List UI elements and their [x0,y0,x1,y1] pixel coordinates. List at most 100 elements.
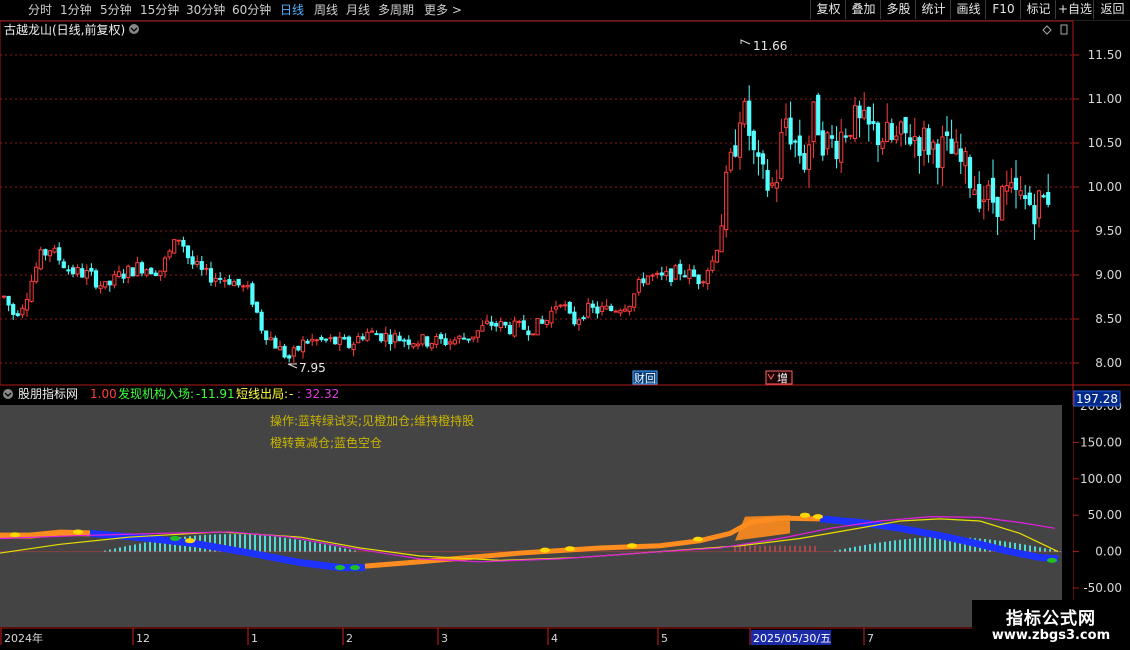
candle-body [1023,195,1028,200]
candle-body [517,320,522,323]
period-tab-9[interactable]: 多周期 [378,0,414,20]
period-tab-5[interactable]: 60分钟 [232,0,271,20]
candle-body [1036,190,1042,219]
candle-body [420,334,425,345]
candle-body [199,261,204,270]
candle-body [958,148,963,162]
candle-body [852,105,858,140]
candle-body [549,310,554,324]
candle-body [747,100,752,136]
candle-body [98,285,103,289]
candle-body [480,325,485,332]
candle-body [1,295,7,298]
watermark: 指标公式网 www.zbgs3.com [972,600,1130,650]
toolbar-button-3[interactable]: 统计 [915,0,951,19]
period-tab-4[interactable]: 30分钟 [186,0,225,20]
candle-body [176,239,181,242]
candle-body [857,105,862,119]
toolbar-button-0[interactable]: 复权 [810,0,846,19]
candle-body [457,335,462,340]
candle-body [756,152,761,157]
candle-body [986,184,991,200]
indicator-note1: 操作:蓝转绿试买;见橙加仓;维持橙持股 [270,413,474,428]
candle-body [43,249,48,256]
price-tick-label: 11.50 [1088,48,1122,62]
candle-body [737,122,743,158]
yellow-dot [73,529,83,535]
yellow-dot [693,536,703,542]
candle-body [38,249,43,270]
period-tab-0[interactable]: 分时 [28,0,52,20]
candle-body [875,122,881,146]
candle-body [622,308,628,312]
candle-body [530,333,536,336]
candle-body [259,311,264,331]
candle-body [415,343,421,347]
candle-body [558,304,563,307]
candle-body [314,339,319,342]
candle-body [710,260,715,271]
candle-body [931,141,936,150]
period-tab-2[interactable]: 5分钟 [100,0,132,20]
candle-body [889,123,894,140]
period-tab-6[interactable]: 日线 [280,0,304,20]
period-tab-10[interactable]: 更多 > [424,0,462,20]
candle-body [47,250,53,257]
candle-body [967,157,973,189]
toolbar-button-5[interactable]: F10 [985,0,1021,19]
candle-body [793,140,798,143]
candle-body [1046,191,1051,205]
toolbar-button-8[interactable]: 返回 [1093,0,1130,19]
candle-body [365,331,370,341]
candle-body [107,280,112,286]
period-tab-1[interactable]: 1分钟 [60,0,92,20]
candle-body [691,269,697,277]
candle-body [981,199,986,203]
candle-body [1009,182,1014,189]
candle-body [917,137,922,156]
candle-body [705,270,710,285]
period-tab-8[interactable]: 月线 [346,0,370,20]
increase-tag: 增 [777,371,788,385]
candle-body [475,330,480,338]
candle-body [894,135,899,141]
period-tab-3[interactable]: 15分钟 [140,0,179,20]
candle-body [498,321,503,329]
candle-body [668,268,674,283]
yellow-dot [565,546,575,552]
candle-body [609,305,614,312]
price-tick-label: 11.00 [1088,92,1122,106]
date-label: 4 [551,632,558,645]
candle-body [834,140,839,160]
candle-body [172,239,177,254]
current-value: 197.28 [1076,392,1118,406]
candle-body [733,145,738,157]
candle-body [6,295,11,306]
candle-body [126,265,131,278]
candle-body [632,293,637,308]
toolbar-button-6[interactable]: 标记 [1020,0,1056,19]
candle-body [645,275,651,285]
toolbar-button-1[interactable]: 叠加 [845,0,881,19]
period-tab-7[interactable]: 周线 [314,0,338,20]
candle-body [687,269,692,280]
candle-body [816,94,821,136]
toolbar-button-4[interactable]: 画线 [950,0,986,19]
high-marker-arrow [740,39,751,45]
price-tick-label: 10.00 [1088,180,1122,194]
candle-body [535,318,540,336]
indicator-tick-label: 150.00 [1080,435,1122,449]
candle-body [190,256,195,265]
toolbar-button-2[interactable]: 多股 [880,0,916,19]
finance-tag: 财回 [634,371,656,385]
candle-body [305,340,310,344]
candle-body [66,269,71,272]
indicator-value2: -11.91 [196,387,235,401]
watermark-url: www.zbgs3.com [991,628,1111,643]
green-dot [350,565,360,571]
candle-body [231,281,237,287]
toolbar-button-7[interactable]: +自选 [1055,0,1094,19]
candle-body [641,278,646,284]
candle-body [323,338,329,341]
candle-body [103,281,108,288]
